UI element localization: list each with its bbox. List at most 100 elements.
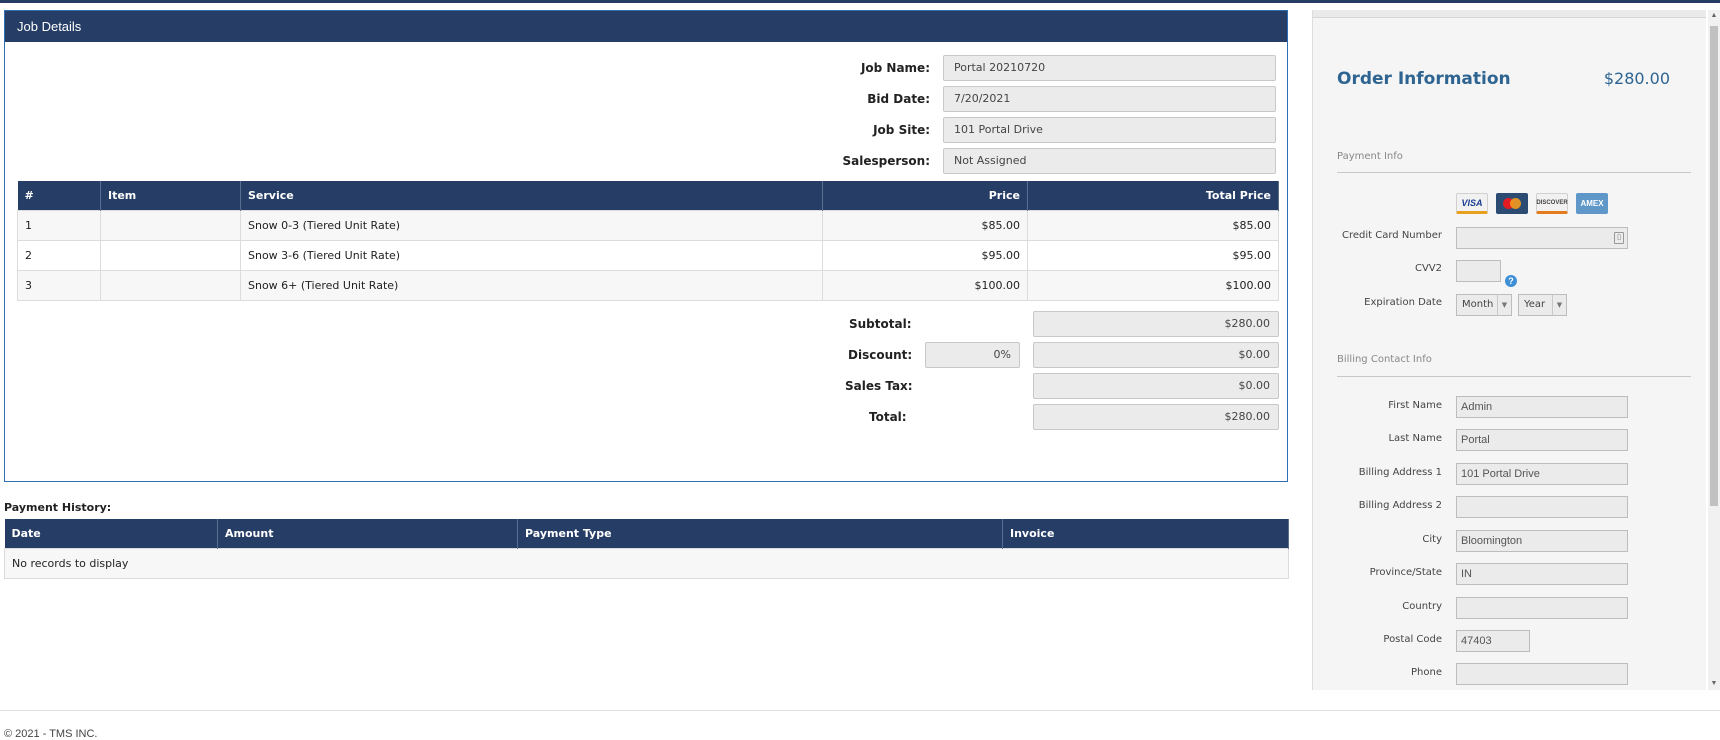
expiration-date-label: Expiration Date	[1364, 297, 1442, 308]
sales-tax-field: $0.00	[1033, 373, 1279, 399]
country-label: Country	[1402, 601, 1442, 612]
order-panel-top-strip	[1313, 10, 1706, 18]
phone-input[interactable]	[1456, 663, 1628, 685]
cvv2-input[interactable]	[1456, 260, 1501, 282]
total-field: $280.00	[1033, 404, 1279, 430]
col-service-header[interactable]: Service	[240, 181, 823, 210]
items-header-row: # Item Service Price Total Price	[17, 181, 1279, 210]
col-payment-type-header[interactable]: Payment Type	[517, 519, 1003, 548]
total-label: Total:	[869, 410, 907, 424]
city-input[interactable]: Bloomington	[1456, 530, 1628, 552]
row-price: $85.00	[822, 209, 1028, 241]
bid-date-row: Bid Date: 7/20/2021	[705, 86, 1280, 112]
row-number: 1	[17, 209, 101, 241]
amex-card-icon: AMEX	[1576, 193, 1608, 214]
expiration-year-value: Year	[1524, 299, 1546, 310]
visa-card-icon: VISA	[1456, 193, 1488, 214]
chevron-down-icon: ▼	[1552, 295, 1566, 315]
empty-row: No records to display	[4, 547, 1289, 579]
row-item	[100, 239, 241, 271]
country-input[interactable]	[1456, 597, 1628, 619]
cvv2-label: CVV2	[1414, 263, 1442, 274]
items-table: # Item Service Price Total Price 1 Snow …	[17, 181, 1279, 301]
col-item-header[interactable]: Item	[100, 181, 241, 210]
sales-tax-label: Sales Tax:	[845, 379, 913, 393]
row-service: Snow 3-6 (Tiered Unit Rate)	[240, 239, 823, 271]
col-amount-header[interactable]: Amount	[217, 519, 518, 548]
col-price-header[interactable]: Price	[822, 181, 1028, 210]
bid-date-label: Bid Date:	[867, 92, 930, 106]
order-information-title: Order Information	[1337, 69, 1511, 89]
row-number: 2	[17, 239, 101, 271]
expiration-month-value: Month	[1462, 299, 1494, 310]
credit-card-icon: ▯	[1614, 232, 1624, 244]
payment-history-table: Date Amount Payment Type Invoice No reco…	[4, 519, 1289, 579]
province-state-input[interactable]: IN	[1456, 563, 1628, 585]
first-name-label: First Name	[1388, 400, 1442, 411]
order-information-panel: Order Information $280.00 Payment Info V…	[1312, 10, 1706, 690]
col-number-header[interactable]: #	[17, 181, 101, 210]
credit-card-number-label: Credit Card Number	[1342, 230, 1442, 241]
salesperson-field[interactable]: Not Assigned	[943, 148, 1276, 174]
expiration-year-select[interactable]: Year ▼	[1518, 294, 1567, 316]
footer-copyright: © 2021 - TMS INC.	[4, 728, 98, 740]
bid-date-field[interactable]: 7/20/2021	[943, 86, 1276, 112]
billing-address-1-label: Billing Address 1	[1358, 467, 1442, 478]
payment-info-label: Payment Info	[1337, 151, 1403, 162]
accepted-cards: VISA DISCOVER AMEX	[1456, 193, 1608, 214]
row-total-price: $95.00	[1027, 239, 1279, 271]
job-name-row: Job Name: Portal 20210720	[705, 55, 1280, 81]
last-name-label: Last Name	[1388, 433, 1442, 444]
billing-info-divider	[1337, 376, 1691, 377]
row-service: Snow 0-3 (Tiered Unit Rate)	[240, 209, 823, 241]
first-name-input[interactable]: Admin	[1456, 396, 1628, 418]
row-total-price: $100.00	[1027, 269, 1279, 301]
col-date-header[interactable]: Date	[4, 519, 218, 548]
row-item	[100, 269, 241, 301]
no-records-text: No records to display	[4, 547, 1289, 579]
row-service: Snow 6+ (Tiered Unit Rate)	[240, 269, 823, 301]
discount-label: Discount:	[848, 348, 913, 362]
billing-address-2-input[interactable]	[1456, 496, 1628, 518]
job-details-header: Job Details	[5, 11, 1287, 42]
table-row[interactable]: 2 Snow 3-6 (Tiered Unit Rate) $95.00 $95…	[17, 239, 1279, 271]
salesperson-label: Salesperson:	[842, 154, 930, 168]
top-bar	[0, 0, 1720, 3]
row-item	[100, 209, 241, 241]
scroll-up-icon[interactable]: ▲	[1708, 10, 1720, 22]
credit-card-number-input[interactable]	[1456, 227, 1628, 249]
payment-history-label: Payment History:	[4, 501, 112, 514]
job-name-label: Job Name:	[860, 61, 930, 75]
mastercard-card-icon	[1496, 193, 1528, 214]
scrollbar-thumb[interactable]	[1710, 26, 1718, 506]
order-panel-scrollbar[interactable]: ▲ ▼	[1708, 10, 1720, 690]
billing-address-1-input[interactable]: 101 Portal Drive	[1456, 463, 1628, 485]
subtotal-field: $280.00	[1033, 311, 1279, 337]
discover-card-icon: DISCOVER	[1536, 193, 1568, 214]
table-row[interactable]: 1 Snow 0-3 (Tiered Unit Rate) $85.00 $85…	[17, 209, 1279, 241]
scroll-down-icon[interactable]: ▼	[1708, 678, 1720, 690]
row-total-price: $85.00	[1027, 209, 1279, 241]
job-name-field[interactable]: Portal 20210720	[943, 55, 1276, 81]
expiration-month-select[interactable]: Month ▼	[1456, 294, 1512, 316]
order-total-amount: $280.00	[1603, 69, 1670, 88]
postal-code-label: Postal Code	[1383, 634, 1442, 645]
city-label: City	[1422, 534, 1442, 545]
col-total-price-header[interactable]: Total Price	[1027, 181, 1279, 210]
table-row[interactable]: 3 Snow 6+ (Tiered Unit Rate) $100.00 $10…	[17, 269, 1279, 301]
postal-code-input[interactable]: 47403	[1456, 630, 1530, 652]
chevron-down-icon: ▼	[1497, 295, 1511, 315]
cvv-help-icon[interactable]: ?	[1505, 275, 1517, 287]
billing-contact-info-label: Billing Contact Info	[1337, 354, 1432, 365]
col-invoice-header[interactable]: Invoice	[1002, 519, 1289, 548]
job-site-field[interactable]: 101 Portal Drive	[943, 117, 1276, 143]
subtotal-label: Subtotal:	[849, 317, 912, 331]
phone-label: Phone	[1411, 667, 1442, 678]
province-state-label: Province/State	[1369, 567, 1442, 578]
discount-percent-field[interactable]: 0%	[925, 342, 1020, 368]
payment-history-header-row: Date Amount Payment Type Invoice	[4, 519, 1289, 548]
row-price: $95.00	[822, 239, 1028, 271]
payment-info-divider	[1337, 172, 1691, 173]
row-price: $100.00	[822, 269, 1028, 301]
last-name-input[interactable]: Portal	[1456, 429, 1628, 451]
